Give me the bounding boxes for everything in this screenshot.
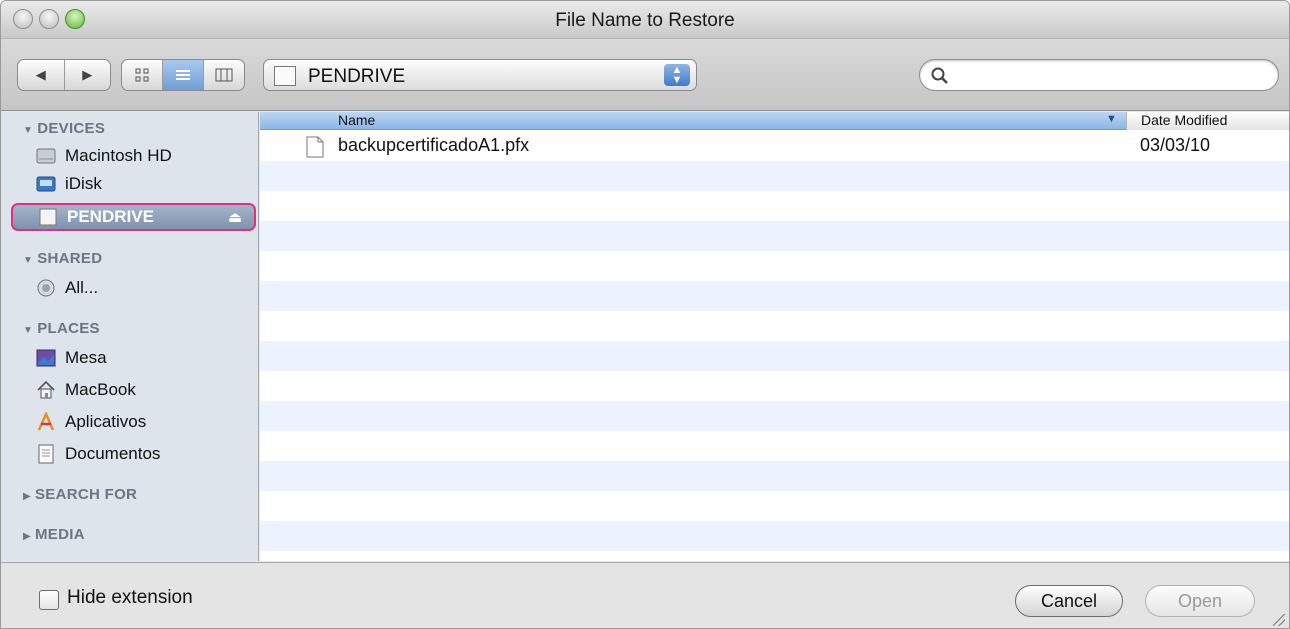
sidebar-item-idisk[interactable]: iDisk — [35, 170, 102, 198]
toolbar: ◀ ▶ PENDRIVE ▲ ▼ — [1, 39, 1289, 111]
sidebar-group-shared[interactable]: ▼ SHARED — [23, 250, 102, 267]
column-view-icon — [215, 68, 233, 82]
disclosure-open-icon: ▼ — [23, 325, 34, 336]
hide-extension-label[interactable]: Hide extension — [67, 587, 193, 609]
empty-row — [260, 371, 1289, 401]
eject-icon[interactable]: ⏏ — [228, 208, 242, 226]
sidebar-item-pendrive[interactable]: PENDRIVE ⏏ — [11, 203, 256, 231]
back-button[interactable]: ◀ — [18, 60, 65, 90]
documents-icon — [35, 443, 57, 465]
empty-row — [260, 191, 1289, 221]
idisk-icon — [35, 173, 57, 195]
file-dialog-window: File Name to Restore ◀ ▶ PENDRIVE ▲ ▼ ▼ … — [0, 0, 1290, 629]
search-icon — [931, 67, 948, 84]
sort-descending-icon: ▼ — [1106, 113, 1117, 125]
title-bar: File Name to Restore — [1, 1, 1289, 39]
list-header: Name ▼ Date Modified — [260, 112, 1289, 130]
table-row[interactable]: backupcertificadoA1.pfx 03/03/10 — [260, 131, 1289, 161]
icon-view-button[interactable] — [122, 60, 163, 90]
search-field[interactable] — [919, 59, 1279, 91]
disclosure-open-icon: ▼ — [23, 255, 34, 266]
disclosure-open-icon: ▼ — [23, 125, 34, 136]
cancel-button[interactable]: Cancel — [1015, 585, 1123, 617]
empty-row — [260, 521, 1289, 551]
popup-arrows-icon: ▲ ▼ — [664, 64, 690, 86]
sidebar-item-aplicativos[interactable]: Aplicativos — [35, 408, 146, 436]
name-column-header[interactable]: Name — [338, 112, 375, 128]
view-mode-control — [121, 59, 245, 91]
navigation-buttons: ◀ ▶ — [17, 59, 111, 91]
empty-row — [260, 281, 1289, 311]
date-column-header[interactable]: Date Modified — [1126, 112, 1289, 130]
icon-view-icon — [135, 68, 149, 82]
document-icon — [306, 136, 324, 158]
location-label: PENDRIVE — [308, 66, 406, 87]
sidebar-item-macintosh-hd[interactable]: Macintosh HD — [35, 142, 172, 170]
empty-row — [260, 431, 1289, 461]
sidebar: ▼ DEVICES Macintosh HD iDisk PENDRIVE ⏏ ▼… — [1, 112, 259, 561]
home-icon — [35, 379, 57, 401]
location-popup[interactable]: PENDRIVE ▲ ▼ — [263, 59, 697, 91]
empty-row — [260, 251, 1289, 281]
empty-row — [260, 341, 1289, 371]
applications-icon — [35, 411, 57, 433]
back-arrow-icon: ◀ — [35, 67, 46, 82]
empty-row — [260, 401, 1289, 431]
empty-row — [260, 551, 1289, 561]
sidebar-item-mesa[interactable]: Mesa — [35, 344, 107, 372]
sidebar-group-search-for[interactable]: ▶ SEARCH FOR — [23, 486, 137, 503]
disclosure-closed-icon: ▶ — [23, 531, 31, 542]
usb-drive-icon — [37, 206, 59, 228]
open-button[interactable]: Open — [1145, 585, 1255, 617]
empty-row — [260, 311, 1289, 341]
forward-button[interactable]: ▶ — [65, 60, 111, 90]
sidebar-item-all[interactable]: All... — [35, 274, 98, 302]
empty-row — [260, 491, 1289, 521]
column-view-button[interactable] — [204, 60, 244, 90]
list-view-button[interactable] — [163, 60, 204, 90]
sidebar-group-devices[interactable]: ▼ DEVICES — [23, 120, 105, 137]
hard-drive-icon — [35, 145, 57, 167]
disclosure-closed-icon: ▶ — [23, 491, 31, 502]
file-rows: backupcertificadoA1.pfx 03/03/10 — [260, 131, 1289, 561]
sidebar-item-macbook[interactable]: MacBook — [35, 376, 136, 404]
empty-row — [260, 221, 1289, 251]
file-name: backupcertificadoA1.pfx — [338, 135, 530, 155]
sidebar-group-places[interactable]: ▼ PLACES — [23, 320, 100, 337]
list-view-icon — [176, 70, 190, 80]
file-date: 03/03/10 — [1140, 135, 1211, 155]
desktop-icon — [35, 347, 57, 369]
window-title: File Name to Restore — [555, 10, 735, 31]
network-icon — [35, 277, 57, 299]
bottom-bar: Hide extension Cancel Open — [1, 562, 1289, 628]
forward-arrow-icon: ▶ — [82, 67, 93, 82]
volume-icon — [274, 66, 296, 86]
sidebar-group-media[interactable]: ▶ MEDIA — [23, 526, 85, 543]
file-list: Name ▼ Date Modified backupcertificadoA1… — [260, 112, 1289, 561]
empty-row — [260, 161, 1289, 191]
empty-row — [260, 461, 1289, 491]
resize-grip-icon[interactable] — [1273, 614, 1285, 626]
hide-extension-checkbox[interactable] — [39, 590, 59, 610]
sidebar-item-documentos[interactable]: Documentos — [35, 440, 160, 468]
